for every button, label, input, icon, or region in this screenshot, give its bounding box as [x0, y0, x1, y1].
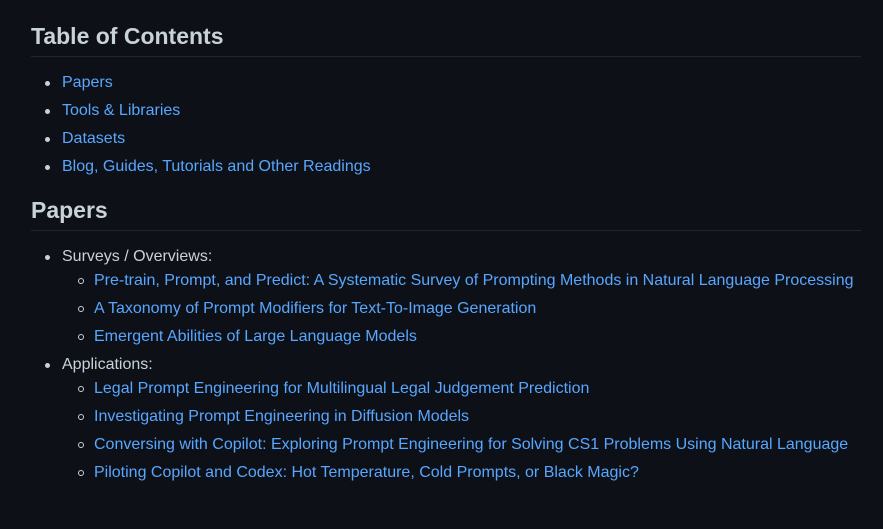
surveys-list: Pre-train, Prompt, and Predict: A System…	[62, 269, 861, 349]
toc-item-blog: Blog, Guides, Tutorials and Other Readin…	[31, 155, 861, 179]
paper-link[interactable]: Piloting Copilot and Codex: Hot Temperat…	[94, 464, 639, 481]
list-item: Conversing with Copilot: Exploring Promp…	[62, 433, 861, 457]
toc-link-tools[interactable]: Tools & Libraries	[62, 102, 180, 119]
group-label-surveys: Surveys / Overviews:	[62, 248, 213, 265]
toc-item-papers: Papers	[31, 71, 861, 95]
papers-group-surveys: Surveys / Overviews: Pre-train, Prompt, …	[31, 245, 861, 349]
list-item: A Taxonomy of Prompt Modifiers for Text-…	[62, 297, 861, 321]
paper-link[interactable]: Investigating Prompt Engineering in Diff…	[94, 408, 469, 425]
toc-link-datasets[interactable]: Datasets	[62, 130, 125, 147]
toc-link-papers[interactable]: Papers	[62, 74, 113, 91]
toc-list: Papers Tools & Libraries Datasets Blog, …	[31, 71, 861, 179]
papers-group-applications: Applications: Legal Prompt Engineering f…	[31, 353, 861, 485]
paper-link[interactable]: Conversing with Copilot: Exploring Promp…	[94, 436, 848, 453]
list-item: Investigating Prompt Engineering in Diff…	[62, 405, 861, 429]
list-item: Emergent Abilities of Large Language Mod…	[62, 325, 861, 349]
paper-link[interactable]: Legal Prompt Engineering for Multilingua…	[94, 380, 589, 397]
readme-content: Table of Contents Papers Tools & Librari…	[0, 0, 883, 529]
papers-heading: Papers	[31, 195, 861, 231]
toc-link-blog[interactable]: Blog, Guides, Tutorials and Other Readin…	[62, 158, 371, 175]
list-item: Legal Prompt Engineering for Multilingua…	[62, 377, 861, 401]
group-label-applications: Applications:	[62, 356, 153, 373]
applications-list: Legal Prompt Engineering for Multilingua…	[62, 377, 861, 485]
paper-link[interactable]: Emergent Abilities of Large Language Mod…	[94, 328, 417, 345]
toc-item-tools: Tools & Libraries	[31, 99, 861, 123]
list-item: Piloting Copilot and Codex: Hot Temperat…	[62, 461, 861, 485]
list-item: Pre-train, Prompt, and Predict: A System…	[62, 269, 861, 293]
toc-heading: Table of Contents	[31, 0, 861, 57]
toc-item-datasets: Datasets	[31, 127, 861, 151]
paper-link[interactable]: A Taxonomy of Prompt Modifiers for Text-…	[94, 300, 536, 317]
papers-list: Surveys / Overviews: Pre-train, Prompt, …	[31, 245, 861, 485]
paper-link[interactable]: Pre-train, Prompt, and Predict: A System…	[94, 272, 853, 289]
